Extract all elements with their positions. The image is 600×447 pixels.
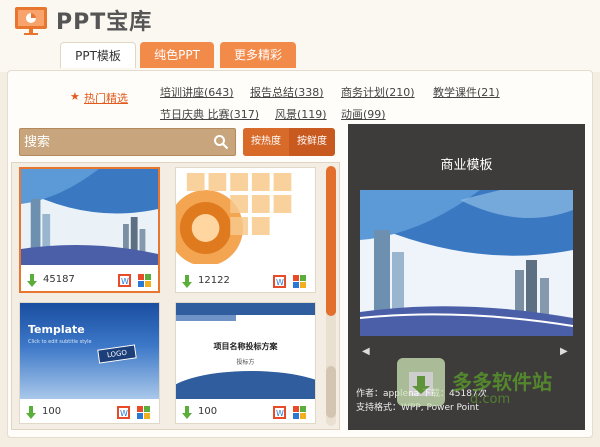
template-card-2[interactable]: 12122 W (175, 167, 316, 293)
app-header: PPT宝库 PPT模板 纯色PPT 更多精彩 (0, 0, 600, 72)
app-title: PPT宝库 (56, 10, 153, 35)
wps-format-icon[interactable]: W (273, 406, 286, 419)
scrollbar-thumb[interactable] (326, 166, 336, 316)
card-footer: 100 W (20, 403, 159, 423)
office-format-icon[interactable] (138, 274, 151, 287)
sort-by-popularity-button[interactable]: 按热度 (243, 128, 289, 156)
category-scenery[interactable]: 风景(119) (275, 106, 327, 122)
download-arrow-icon[interactable] (26, 406, 36, 420)
watermark-subtext: d.com (470, 392, 511, 407)
template-thumbnail (21, 169, 158, 265)
download-count: 100 (42, 406, 62, 417)
sort-by-freshness-button[interactable]: 按鲜度 (289, 128, 335, 156)
category-training[interactable]: 培训讲座(643) (160, 84, 234, 100)
template-thumbnail: 项目名称投标方案 投标方 (176, 303, 315, 399)
svg-text:W: W (276, 409, 284, 418)
template-card-4[interactable]: 项目名称投标方案 投标方 100 W (175, 302, 316, 424)
thumb-title: 项目名称投标方案 (213, 341, 278, 351)
svg-text:W: W (120, 409, 128, 418)
sort-group: 按热度 按鲜度 (243, 128, 335, 156)
template-thumbnail (176, 168, 315, 264)
template-thumbnail: Template Click to edit subtitle style LO… (20, 303, 159, 399)
office-format-icon[interactable] (293, 275, 306, 288)
star-icon: ★ (70, 90, 80, 103)
scrollbar-track-segment (326, 366, 336, 418)
download-arrow-icon[interactable] (27, 274, 37, 288)
preview-image (360, 190, 573, 336)
svg-text:W: W (276, 278, 284, 287)
category-business[interactable]: 商务计划(210) (341, 84, 415, 100)
office-format-icon[interactable] (137, 406, 150, 419)
thumb-subtitle: 投标方 (236, 359, 255, 366)
wps-format-icon[interactable]: W (117, 406, 130, 419)
preview-title: 商业模板 (440, 158, 493, 173)
thumb-subtitle: Click to edit subtitle style (28, 339, 92, 345)
search-box (19, 128, 236, 156)
template-card-3[interactable]: Template Click to edit subtitle style LO… (19, 302, 160, 424)
thumb-sign: LOGO (97, 344, 137, 364)
download-arrow-icon[interactable] (182, 275, 192, 289)
download-count: 45187 (43, 274, 75, 285)
tab-ppt-templates[interactable]: PPT模板 (60, 42, 136, 68)
grid-scrollbar[interactable] (326, 166, 336, 426)
office-format-icon[interactable] (293, 406, 306, 419)
hot-picks-link[interactable]: 热门精选 (84, 90, 128, 106)
download-count: 12122 (198, 275, 230, 286)
download-count: 100 (198, 406, 218, 417)
watermark-text: 多多软件站 (452, 370, 552, 394)
presentation-logo-icon (15, 7, 47, 35)
wps-format-icon[interactable]: W (273, 275, 286, 288)
tab-more[interactable]: 更多精彩 (220, 42, 296, 68)
card-footer: 100 W (176, 403, 315, 423)
svg-text:W: W (121, 277, 129, 286)
category-report[interactable]: 报告总结(338) (250, 84, 324, 100)
template-card-1[interactable]: 45187 W (19, 167, 160, 293)
download-arrow-icon[interactable] (182, 406, 192, 420)
thumb-title: Template (28, 323, 85, 336)
card-footer: 12122 W (176, 272, 315, 292)
category-animation[interactable]: 动画(99) (341, 106, 386, 122)
category-teaching[interactable]: 教学课件(21) (433, 84, 500, 100)
card-footer: 45187 W (21, 271, 158, 291)
search-icon[interactable] (213, 134, 229, 150)
search-input[interactable] (24, 131, 204, 153)
wps-format-icon[interactable]: W (118, 274, 131, 287)
prev-arrow-icon[interactable]: ◀ (362, 346, 370, 357)
tab-solid-ppt[interactable]: 纯色PPT (140, 42, 214, 68)
category-festival[interactable]: 节日庆典 比赛(317) (160, 106, 259, 122)
